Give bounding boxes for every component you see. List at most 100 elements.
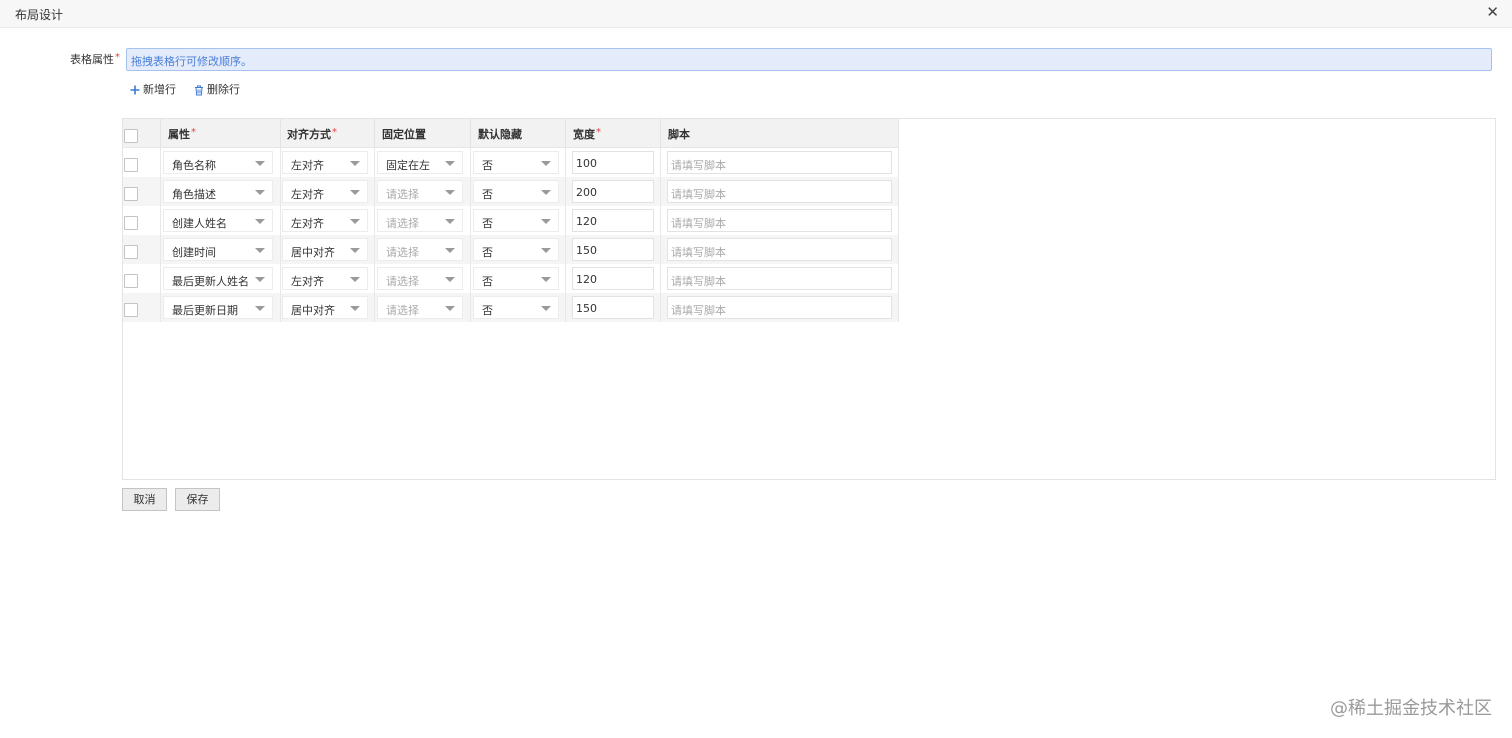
chevron-down-icon <box>541 161 551 166</box>
table-row[interactable]: 最后更新日期 居中对齐 请选择 否 150 请填写脚本 <box>123 293 899 322</box>
column-divider <box>470 119 471 148</box>
fixed-value: 请选择 <box>386 188 419 201</box>
align-select[interactable]: 居中对齐 <box>282 238 368 261</box>
script-input[interactable]: 请填写脚本 <box>667 209 892 232</box>
hidden-select[interactable]: 否 <box>473 238 559 261</box>
script-input[interactable]: 请填写脚本 <box>667 296 892 319</box>
delete-row-button[interactable]: 删除行 <box>194 82 240 98</box>
table-row[interactable]: 创建时间 居中对齐 请选择 否 150 请填写脚本 <box>123 235 899 264</box>
attribute-select[interactable]: 最后更新人姓名 <box>163 267 273 290</box>
cancel-button[interactable]: 取消 <box>122 488 167 511</box>
column-divider <box>160 177 161 206</box>
align-select[interactable]: 居中对齐 <box>282 296 368 319</box>
attribute-select[interactable]: 创建人姓名 <box>163 209 273 232</box>
script-input[interactable]: 请填写脚本 <box>667 180 892 203</box>
table-row[interactable]: 角色名称 左对齐 固定在左 否 100 请填写脚本 <box>123 148 899 177</box>
chevron-down-icon <box>255 219 265 224</box>
width-input[interactable]: 200 <box>572 180 654 203</box>
width-input[interactable]: 120 <box>572 267 654 290</box>
script-input[interactable]: 请填写脚本 <box>667 267 892 290</box>
attribute-select[interactable]: 角色描述 <box>163 180 273 203</box>
column-divider <box>280 293 281 322</box>
close-icon[interactable]: ✕ <box>1486 4 1499 20</box>
column-divider <box>660 177 661 206</box>
width-input[interactable]: 120 <box>572 209 654 232</box>
column-divider <box>374 293 375 322</box>
hidden-select[interactable]: 否 <box>473 151 559 174</box>
fixed-select[interactable]: 请选择 <box>377 267 463 290</box>
add-row-button[interactable]: 新增行 <box>130 82 176 98</box>
column-divider <box>374 148 375 177</box>
align-value: 左对齐 <box>291 159 324 172</box>
align-select[interactable]: 左对齐 <box>282 180 368 203</box>
fixed-value: 请选择 <box>386 304 419 317</box>
align-select[interactable]: 左对齐 <box>282 151 368 174</box>
row-checkbox[interactable] <box>124 216 138 230</box>
hidden-select[interactable]: 否 <box>473 296 559 319</box>
column-divider <box>470 148 471 177</box>
attribute-value: 角色名称 <box>172 159 216 172</box>
column-divider <box>374 119 375 148</box>
table-row[interactable]: 角色描述 左对齐 请选择 否 200 请填写脚本 <box>123 177 899 206</box>
fixed-value: 请选择 <box>386 246 419 259</box>
attribute-select[interactable]: 创建时间 <box>163 238 273 261</box>
column-divider <box>660 264 661 293</box>
attribute-select[interactable]: 角色名称 <box>163 151 273 174</box>
attribute-value: 创建时间 <box>172 246 216 259</box>
layout-grid: 属性* 对齐方式* 固定位置 默认隐藏 宽度* 脚本 角色名称 左对齐 固定在左… <box>122 118 1496 480</box>
column-divider <box>565 177 566 206</box>
column-divider <box>280 264 281 293</box>
align-select[interactable]: 左对齐 <box>282 209 368 232</box>
align-select[interactable]: 左对齐 <box>282 267 368 290</box>
column-divider <box>660 235 661 264</box>
script-input[interactable]: 请填写脚本 <box>667 151 892 174</box>
hidden-value: 否 <box>482 275 493 288</box>
column-divider <box>660 293 661 322</box>
width-input[interactable]: 150 <box>572 296 654 319</box>
hidden-value: 否 <box>482 217 493 230</box>
header-attribute-text: 属性 <box>168 128 190 141</box>
chevron-down-icon <box>445 306 455 311</box>
header-fixed: 固定位置 <box>382 128 426 141</box>
align-value: 居中对齐 <box>291 246 335 259</box>
select-all-checkbox[interactable] <box>124 129 138 143</box>
align-value: 左对齐 <box>291 188 324 201</box>
table-row[interactable]: 创建人姓名 左对齐 请选择 否 120 请填写脚本 <box>123 206 899 235</box>
fixed-select[interactable]: 请选择 <box>377 180 463 203</box>
row-checkbox[interactable] <box>124 245 138 259</box>
row-checkbox[interactable] <box>124 187 138 201</box>
width-input[interactable]: 150 <box>572 238 654 261</box>
hidden-select[interactable]: 否 <box>473 209 559 232</box>
column-divider <box>565 293 566 322</box>
row-checkbox[interactable] <box>124 303 138 317</box>
chevron-down-icon <box>255 248 265 253</box>
attribute-value: 角色描述 <box>172 188 216 201</box>
fixed-select[interactable]: 固定在左 <box>377 151 463 174</box>
row-checkbox[interactable] <box>124 274 138 288</box>
grid-header: 属性* 对齐方式* 固定位置 默认隐藏 宽度* 脚本 <box>123 119 899 148</box>
hidden-select[interactable]: 否 <box>473 180 559 203</box>
width-input[interactable]: 100 <box>572 151 654 174</box>
attribute-value: 创建人姓名 <box>172 217 227 230</box>
save-button[interactable]: 保存 <box>175 488 220 511</box>
column-divider <box>280 235 281 264</box>
column-divider <box>565 264 566 293</box>
column-divider <box>374 235 375 264</box>
required-mark: * <box>115 52 120 63</box>
column-divider <box>280 177 281 206</box>
row-checkbox[interactable] <box>124 158 138 172</box>
hidden-value: 否 <box>482 159 493 172</box>
fixed-select[interactable]: 请选择 <box>377 296 463 319</box>
script-input[interactable]: 请填写脚本 <box>667 238 892 261</box>
fixed-select[interactable]: 请选择 <box>377 238 463 261</box>
column-divider <box>280 206 281 235</box>
column-divider <box>160 264 161 293</box>
column-divider <box>565 206 566 235</box>
column-divider <box>565 148 566 177</box>
hidden-select[interactable]: 否 <box>473 267 559 290</box>
column-divider <box>280 148 281 177</box>
required-mark: * <box>332 127 337 138</box>
attribute-select[interactable]: 最后更新日期 <box>163 296 273 319</box>
fixed-select[interactable]: 请选择 <box>377 209 463 232</box>
table-row[interactable]: 最后更新人姓名 左对齐 请选择 否 120 请填写脚本 <box>123 264 899 293</box>
